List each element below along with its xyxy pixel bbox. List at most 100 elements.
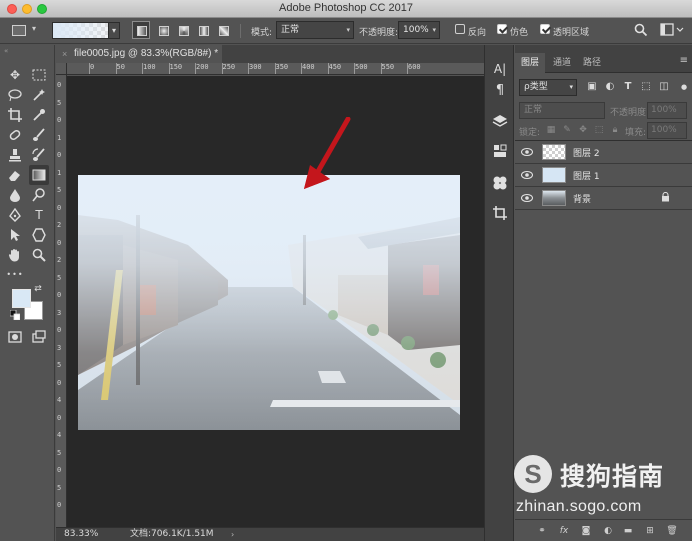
opacity-input[interactable]: 100% ▾ (398, 21, 440, 39)
panel-grip[interactable] (515, 45, 692, 53)
layer-style-icon[interactable]: fx (557, 524, 571, 538)
crop-panel-icon[interactable] (490, 203, 510, 223)
layers-panel-tabs: 图层 通道 路径 ≡ (515, 53, 692, 73)
layers-panel-icon[interactable] (490, 111, 510, 131)
visibility-eye-icon[interactable] (521, 170, 533, 180)
canvas-area[interactable] (67, 76, 484, 527)
reverse-checkbox[interactable] (455, 24, 465, 34)
tab-layers[interactable]: 图层 (515, 53, 546, 73)
layer-row[interactable]: 图层 2 (515, 141, 692, 164)
linear-gradient-button[interactable] (132, 21, 150, 39)
zoom-level[interactable]: 83.33% (64, 528, 98, 541)
status-menu-arrow-icon[interactable]: › (231, 528, 234, 541)
adjustment-layer-icon[interactable]: ◐ (601, 524, 615, 538)
layer-name: 背景 (573, 195, 592, 205)
options-bar: ▾ ▾ 模式: 正常 ▾ 不透明度: 100% ▾ 反向 仿色 透明区域 (0, 18, 692, 44)
layer-row[interactable]: 图层 1 (515, 164, 692, 187)
ruler-tick-label: 4 (57, 431, 62, 439)
adjustment-filter-icon[interactable]: ◐ (603, 80, 617, 94)
lock-position-icon[interactable]: ✥ (577, 124, 589, 136)
link-layers-icon[interactable]: ⚭ (535, 524, 549, 538)
new-group-icon[interactable]: ▬ (621, 524, 635, 538)
panel-collapse-icon[interactable]: « (0, 45, 55, 57)
ruler-tick-label: 5 (57, 483, 62, 492)
eyedropper-tool-icon[interactable] (29, 105, 49, 125)
visibility-eye-icon[interactable] (521, 193, 533, 203)
vertical-ruler[interactable]: 0 5 0 1 0 1 5 0 2 0 2 5 0 3 0 3 5 0 4 0 4 5 0 5 0 (56, 75, 67, 527)
layer-row[interactable]: 背景 (515, 187, 692, 210)
tool-preset-picker[interactable]: ▾ (8, 22, 42, 40)
lock-transparent-pixels-icon[interactable]: ▦ (545, 124, 557, 136)
search-icon[interactable] (631, 21, 651, 39)
blend-mode-select[interactable]: 正常 (519, 102, 605, 119)
tab-channels[interactable]: 通道 (547, 53, 577, 73)
swap-colors-icon[interactable]: ⇄ (32, 283, 44, 295)
mode-select[interactable]: 正常 ▾ (276, 21, 354, 39)
quick-mask-icon[interactable] (5, 327, 25, 347)
tab-paths[interactable]: 路径 (577, 53, 607, 73)
styles-panel-icon[interactable] (490, 173, 510, 193)
shape-filter-icon[interactable]: ⬚ (639, 80, 653, 94)
dodge-tool-icon[interactable] (29, 185, 49, 205)
close-tab-icon[interactable]: × (62, 45, 67, 63)
default-colors-icon[interactable] (9, 309, 21, 321)
fill-input[interactable]: 100% (647, 122, 687, 139)
brush-tool-icon[interactable] (29, 125, 49, 145)
panel-menu-icon[interactable]: ≡ (680, 55, 688, 66)
gradient-tool-icon[interactable] (29, 165, 49, 185)
healing-brush-tool-icon[interactable] (5, 125, 25, 145)
title-bar: Adobe Photoshop CC 2017 (0, 0, 692, 18)
dither-checkbox[interactable] (497, 24, 507, 34)
filter-toggle-icon[interactable]: ● (677, 80, 691, 94)
path-selection-tool-icon[interactable] (5, 225, 25, 245)
lock-image-pixels-icon[interactable]: ✎ (561, 124, 573, 136)
lock-artboard-icon[interactable]: ⬚ (593, 124, 605, 136)
layer-opacity-input[interactable]: 100% (647, 102, 687, 119)
hand-tool-icon[interactable] (5, 245, 25, 265)
add-mask-icon[interactable]: ◙ (579, 524, 593, 538)
new-layer-icon[interactable]: ⊞ (643, 524, 657, 538)
paragraph-panel-icon[interactable]: ¶ (490, 81, 510, 101)
ruler-tick (354, 63, 355, 74)
workspace-switcher-icon[interactable] (658, 21, 686, 39)
history-brush-tool-icon[interactable] (29, 145, 49, 165)
type-filter-icon[interactable]: T (621, 80, 635, 94)
transparency-checkbox[interactable] (540, 24, 550, 34)
edit-toolbar-icon[interactable]: ••• (5, 265, 25, 285)
gradient-picker-dropdown[interactable]: ▾ (108, 22, 120, 39)
screen-mode-icon[interactable] (29, 327, 49, 347)
visibility-eye-icon[interactable] (521, 147, 533, 157)
horizontal-ruler[interactable]: 0 50 100 150 200 250 300 350 400 450 500 550 600 (67, 63, 484, 75)
foreground-color-swatch[interactable] (12, 289, 31, 308)
type-tool-icon[interactable]: T (29, 205, 49, 225)
layer-filter-select[interactable]: ρ类型 ▾ (519, 79, 577, 96)
ruler-tick (89, 63, 90, 74)
crop-tool-icon[interactable] (5, 105, 25, 125)
document-image[interactable] (78, 175, 460, 430)
diamond-gradient-button[interactable] (214, 21, 232, 39)
clone-stamp-tool-icon[interactable] (5, 145, 25, 165)
zoom-tool-icon[interactable] (29, 245, 49, 265)
pixel-filter-icon[interactable]: ▣ (585, 80, 599, 94)
smart-object-filter-icon[interactable]: ◫ (657, 80, 671, 94)
blur-tool-icon[interactable] (5, 185, 25, 205)
chevron-down-icon: ▾ (346, 26, 350, 34)
shape-tool-icon[interactable] (29, 225, 49, 245)
lasso-tool-icon[interactable] (5, 85, 25, 105)
angle-gradient-button[interactable] (174, 21, 192, 39)
character-panel-icon[interactable]: A| (490, 59, 510, 79)
document-tab[interactable]: × file0005.jpg @ 83.3%(RGB/8#) * (56, 45, 222, 63)
lock-all-icon[interactable]: 🔒︎ (609, 124, 621, 136)
delete-layer-icon[interactable]: 🗑︎ (665, 524, 679, 538)
reflected-gradient-button[interactable] (194, 21, 212, 39)
eraser-tool-icon[interactable] (5, 165, 25, 185)
marquee-tool-icon[interactable] (29, 65, 49, 85)
pen-tool-icon[interactable] (5, 205, 25, 225)
radial-gradient-button[interactable] (154, 21, 172, 39)
ruler-tick-label: 0 (57, 466, 62, 474)
ruler-tick-label: 1 (57, 168, 62, 177)
magic-wand-tool-icon[interactable] (29, 85, 49, 105)
move-tool-icon[interactable]: ✥ (5, 65, 25, 85)
ruler-origin[interactable] (56, 63, 67, 75)
properties-panel-icon[interactable] (490, 141, 510, 161)
